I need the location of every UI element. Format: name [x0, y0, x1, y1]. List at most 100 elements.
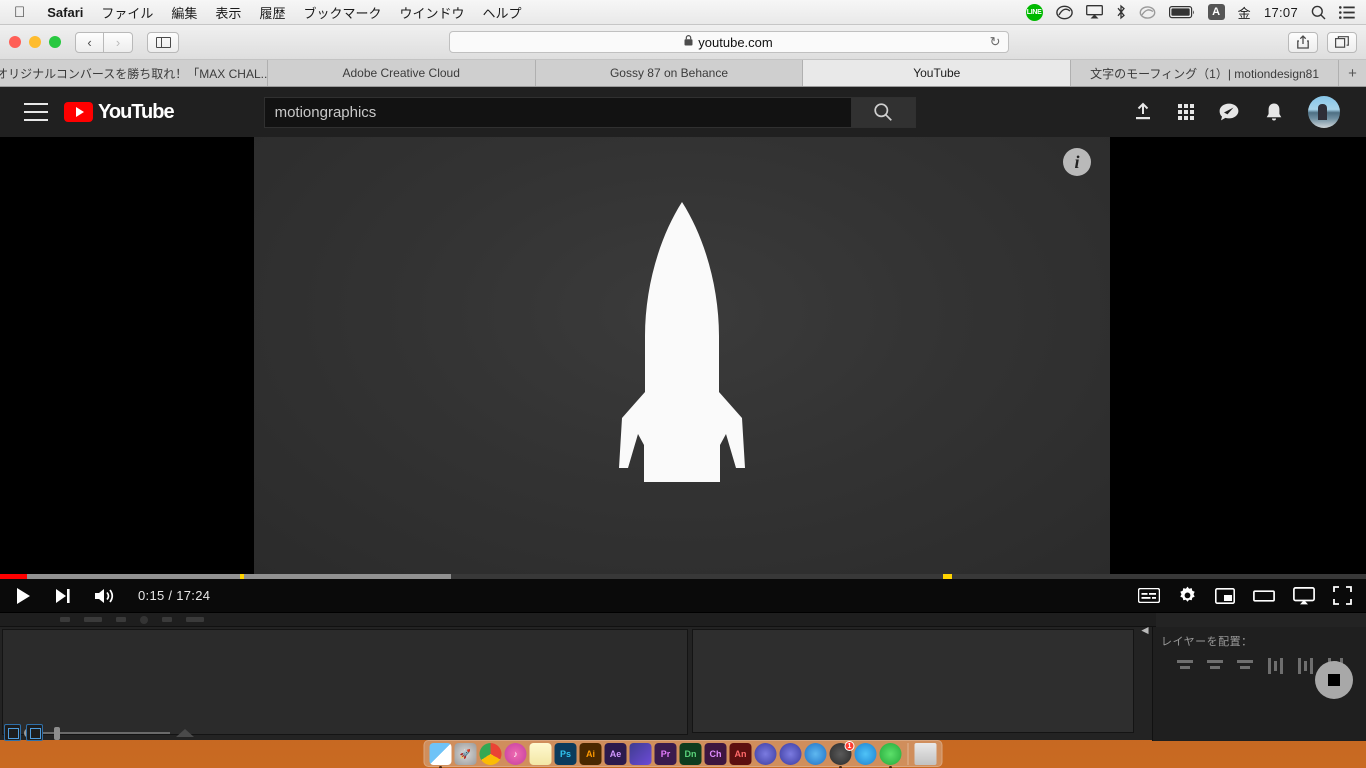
next-video-button[interactable]	[54, 587, 72, 605]
dock-item-safari-3[interactable]	[804, 743, 827, 765]
header-actions[interactable]	[1132, 96, 1350, 128]
browser-tab[interactable]: Gossy 87 on Behance	[535, 60, 804, 86]
safari-window[interactable]: ‹ › youtube.com ↻ オリジナルコンバースを勝ち取れ！「MAX C…	[0, 25, 1366, 699]
macos-menubar[interactable]:  Safari ファイル 編集 表示 履歴 ブックマーク ウインドウ ヘルプ …	[0, 0, 1366, 25]
tab-bar[interactable]: オリジナルコンバースを勝ち取れ！「MAX CHAL... Adobe Creat…	[0, 60, 1366, 87]
dock-item-character-animator[interactable]: Ch	[704, 743, 727, 765]
ae-tool-icon[interactable]	[116, 617, 126, 622]
ae-handle-icon[interactable]	[48, 724, 65, 741]
apps-grid-icon[interactable]	[1178, 104, 1194, 120]
show-all-tabs-button[interactable]	[1327, 31, 1357, 53]
menubar-clock-day[interactable]: 金	[1238, 3, 1251, 22]
video-stage[interactable]: i 0:15 / 17:24	[0, 137, 1366, 699]
notifications-bell-icon[interactable]	[1264, 102, 1284, 123]
menu-item-safari[interactable]: Safari	[38, 5, 92, 20]
browser-tab-active[interactable]: YouTube	[803, 60, 1072, 86]
share-button[interactable]	[1288, 31, 1318, 53]
bluetooth-icon[interactable]	[1116, 4, 1126, 20]
dock-item-launchpad[interactable]: 🚀	[454, 743, 477, 765]
miniplayer-icon[interactable]	[1215, 587, 1235, 604]
align-top-icon[interactable]	[1265, 657, 1285, 675]
address-bar[interactable]: youtube.com ↻	[448, 31, 1009, 53]
browser-tab[interactable]: オリジナルコンバースを勝ち取れ！「MAX CHAL...	[0, 60, 268, 86]
safari-toolbar[interactable]: ‹ › youtube.com ↻	[0, 25, 1366, 60]
creative-cloud-alt-icon[interactable]	[1139, 5, 1156, 20]
search-button[interactable]	[851, 96, 916, 128]
dock-item-safari-1[interactable]	[754, 743, 777, 765]
close-window-button[interactable]	[9, 36, 21, 48]
dock-item-chrome[interactable]	[479, 743, 502, 765]
volume-button[interactable]	[94, 587, 116, 605]
sidebar-toggle-button[interactable]	[147, 31, 179, 53]
ae-panel-menu-icon[interactable]: ◄	[1138, 622, 1152, 638]
messages-icon[interactable]	[1218, 102, 1240, 122]
search-container[interactable]	[263, 96, 916, 128]
reload-button[interactable]: ↻	[990, 34, 1001, 50]
dock[interactable]: 🚀 ♪ Ps Ai Ae Pr Dn Ch An 1	[423, 740, 943, 768]
align-left-icon[interactable]	[1175, 657, 1195, 675]
spotlight-search-icon[interactable]	[1311, 5, 1326, 20]
play-button[interactable]	[14, 587, 32, 605]
dock-item-notes[interactable]	[529, 743, 552, 765]
ae-merge-icon[interactable]	[26, 723, 43, 741]
dock-item-messages[interactable]	[879, 743, 902, 768]
creative-cloud-icon[interactable]	[1055, 4, 1073, 21]
zoom-in-icon[interactable]	[176, 729, 194, 737]
menu-item-edit[interactable]: 編集	[162, 3, 206, 22]
dock-item-dimension[interactable]: Dn	[679, 743, 702, 765]
align-center-h-icon[interactable]	[1205, 657, 1225, 675]
battery-icon[interactable]	[1168, 5, 1195, 19]
menu-item-bookmarks[interactable]: ブックマーク	[294, 3, 390, 22]
theater-mode-icon[interactable]	[1253, 589, 1275, 603]
youtube-header[interactable]: YouTube	[0, 87, 1366, 137]
hamburger-menu-icon[interactable]	[24, 103, 48, 121]
ae-bottom-toolbar[interactable]	[4, 722, 74, 742]
dock-item-photo-booth[interactable]: 1	[829, 741, 855, 768]
youtube-logo[interactable]: YouTube	[64, 101, 175, 124]
upload-icon[interactable]	[1132, 102, 1154, 122]
line-app-icon[interactable]: LINE	[1025, 3, 1043, 21]
dock-item-animate[interactable]: An	[729, 743, 752, 765]
dock-item-safari-2[interactable]	[779, 743, 802, 765]
align-right-icon[interactable]	[1235, 657, 1255, 675]
settings-gear-icon[interactable]	[1178, 586, 1197, 605]
airplay-icon[interactable]	[1085, 5, 1103, 19]
browser-tab[interactable]: 文字のモーフィング（1）| motiondesign81	[1071, 60, 1339, 86]
search-input[interactable]	[263, 96, 852, 128]
dock-item-finder[interactable]	[429, 743, 452, 768]
dock-item-trash[interactable]	[914, 743, 937, 765]
apple-menu-icon[interactable]: 	[0, 5, 38, 20]
forward-button[interactable]: ›	[104, 31, 133, 53]
ae-timeline-panel[interactable]	[2, 629, 688, 735]
align-middle-v-icon[interactable]	[1295, 657, 1315, 675]
player-right-controls[interactable]	[1138, 586, 1352, 605]
ae-tool-icon[interactable]	[140, 615, 148, 624]
menu-item-window[interactable]: ウインドウ	[390, 3, 473, 22]
youtube-page[interactable]: YouTube motiongraphics i 0:15 / 17:24	[0, 87, 1366, 699]
toolbar-right-buttons[interactable]	[1278, 31, 1357, 53]
dock-item-app-store[interactable]	[854, 743, 877, 765]
fullscreen-icon[interactable]	[1333, 586, 1352, 605]
dock-item-photoshop[interactable]: Ps	[554, 743, 577, 765]
ae-tool-icon[interactable]	[186, 617, 204, 622]
menu-item-help[interactable]: ヘルプ	[473, 3, 530, 22]
stop-recording-button[interactable]	[1315, 661, 1353, 699]
input-source-icon[interactable]: A	[1207, 4, 1225, 20]
subtitles-icon[interactable]	[1138, 588, 1160, 603]
info-button[interactable]: i	[1063, 148, 1091, 176]
menu-item-file[interactable]: ファイル	[92, 3, 162, 22]
video-player[interactable]: i	[254, 137, 1110, 574]
dock-item-itunes[interactable]: ♪	[504, 743, 527, 765]
ae-toolbar[interactable]	[0, 613, 1156, 627]
notification-center-icon[interactable]	[1339, 5, 1355, 19]
maximize-window-button[interactable]	[49, 36, 61, 48]
ae-tool-icon[interactable]	[60, 617, 70, 622]
ae-duplicate-icon[interactable]	[4, 723, 21, 741]
new-tab-button[interactable]: +	[1338, 60, 1366, 86]
cast-icon[interactable]	[1293, 586, 1315, 605]
player-controls[interactable]: 0:15 / 17:24	[0, 579, 1366, 612]
avatar[interactable]	[1308, 96, 1340, 128]
dock-item-premiere[interactable]: Pr	[654, 743, 677, 765]
navigation-buttons[interactable]: ‹ ›	[75, 31, 133, 53]
after-effects-window[interactable]: レイヤーを配置：	[0, 612, 1366, 741]
